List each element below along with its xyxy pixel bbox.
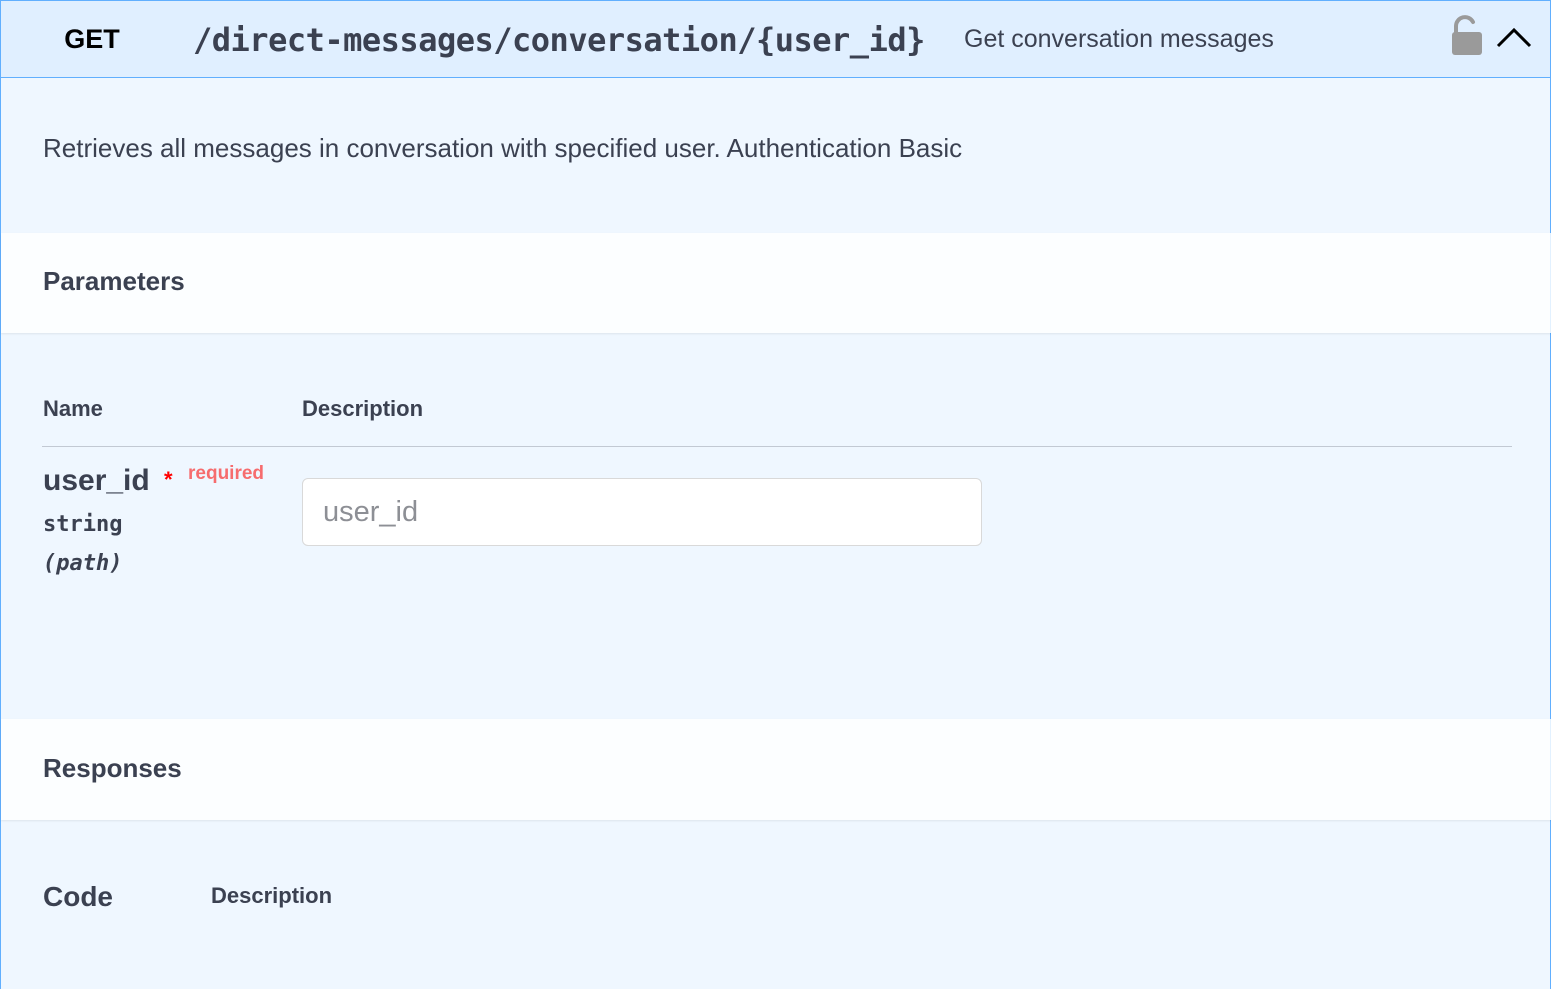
parameter-name: user_id (43, 464, 150, 497)
user-id-input[interactable] (302, 478, 982, 546)
parameter-location: (path) (43, 551, 123, 576)
required-label: required (188, 463, 265, 484)
parameters-title: Parameters (43, 266, 185, 296)
operation-description: Retrieves all messages in conversation w… (43, 133, 963, 163)
chevron-up-icon[interactable] (1495, 21, 1533, 53)
column-header-response-description: Description (211, 883, 333, 908)
operation-block: GET /direct-messages/conversation/{user_… (0, 0, 1551, 989)
parameter-type: string (43, 512, 123, 537)
operation-summary[interactable]: GET /direct-messages/conversation/{user_… (1, 0, 1551, 78)
http-method-badge: GET (64, 23, 120, 54)
parameters-section-header: Parameters (1, 233, 1551, 333)
required-asterisk: * (164, 467, 173, 492)
responses-section-header: Responses (1, 719, 1551, 820)
unlocked-padlock-icon[interactable] (1450, 15, 1484, 57)
endpoint-path: /direct-messages/conversation/{user_id} (193, 21, 925, 59)
responses-title: Responses (43, 753, 182, 783)
operation-summary-text: Get conversation messages (964, 25, 1274, 53)
column-header-name: Name (43, 396, 103, 421)
table-header-divider (42, 446, 1512, 447)
column-header-code: Code (43, 881, 113, 912)
column-header-description: Description (302, 396, 424, 421)
